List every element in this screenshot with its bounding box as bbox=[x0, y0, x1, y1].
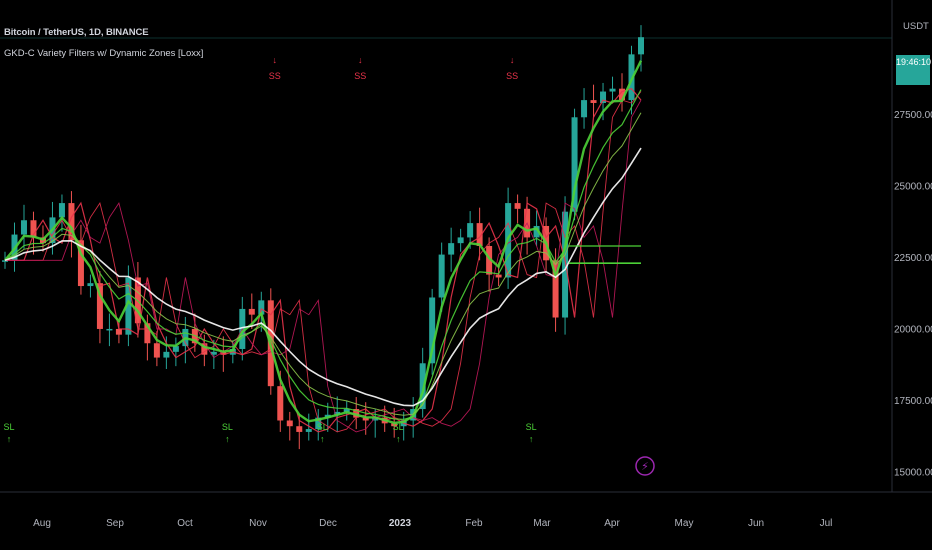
candle-body bbox=[163, 351, 170, 358]
indicator-title[interactable]: GKD-C Variety Filters w/ Dynamic Zones [… bbox=[4, 48, 203, 59]
candle-body bbox=[153, 343, 160, 358]
last-price-time: 19:46:10 bbox=[896, 57, 932, 67]
long-signal-arrow: ↑ bbox=[7, 434, 12, 444]
time-axis[interactable]: Aug Sep Oct Nov Dec 2023 Feb Mar Apr May Jun Jul bbox=[33, 518, 832, 529]
time-tick-label: Apr bbox=[604, 518, 620, 529]
candle-body bbox=[305, 429, 312, 432]
price-axis[interactable]: 27500.00 25000.00 22500.00 20000.00 17500.00… bbox=[894, 110, 932, 479]
candle-body bbox=[172, 346, 179, 352]
long-signal-label: SL bbox=[526, 422, 537, 432]
symbol-title[interactable]: Bitcoin / TetherUS, 1D, BINANCE bbox=[4, 27, 149, 38]
candle-body bbox=[286, 420, 293, 427]
candle-body bbox=[448, 243, 455, 255]
currency-label: USDT bbox=[903, 21, 929, 32]
price-tick-label: 20000.00 bbox=[894, 324, 932, 335]
time-tick-label: Nov bbox=[249, 518, 267, 529]
chart-window: ↓ SS ↓ SS ↓ SS SL ↑ SL ↑ SL ↑ SL ↑ SL ↑ ⚡ 27500.00 25000.… bbox=[0, 0, 932, 550]
candle-body bbox=[581, 100, 588, 118]
plot-area[interactable]: ↓ SS ↓ SS ↓ SS SL ↑ SL ↑ SL ↑ SL ↑ SL ↑ ⚡ bbox=[0, 25, 892, 476]
time-tick-label: Aug bbox=[33, 518, 51, 529]
sell-signal-arrow: ↓ bbox=[273, 55, 278, 65]
candle-body bbox=[514, 203, 521, 209]
long-signal-label: SL bbox=[317, 422, 328, 432]
time-tick-label: Jul bbox=[820, 518, 833, 529]
price-tick-label: 22500.00 bbox=[894, 253, 932, 264]
candle-body bbox=[277, 386, 284, 421]
price-chart[interactable]: ↓ SS ↓ SS ↓ SS SL ↑ SL ↑ SL ↑ SL ↑ SL ↑ ⚡ 27500.00 25000.… bbox=[0, 0, 932, 550]
time-tick-label: Jun bbox=[748, 518, 764, 529]
candle-body bbox=[457, 237, 464, 244]
candle-body bbox=[58, 203, 65, 218]
candle-body bbox=[20, 220, 27, 235]
time-tick-label: Feb bbox=[465, 518, 483, 529]
long-signal-arrow: ↑ bbox=[225, 434, 230, 444]
long-signal-arrow: ↑ bbox=[396, 434, 401, 444]
candle-body bbox=[638, 37, 644, 55]
lightning-icon: ⚡ bbox=[641, 460, 649, 473]
price-tick-label: 17500.00 bbox=[894, 396, 932, 407]
long-signal-label: SL bbox=[393, 422, 404, 432]
time-tick-label: Oct bbox=[177, 518, 193, 529]
candle-body bbox=[115, 328, 122, 335]
time-tick-label: Mar bbox=[533, 518, 551, 529]
candle-body bbox=[609, 88, 616, 92]
sell-signal-label: SS bbox=[269, 71, 281, 81]
time-tick-label: Sep bbox=[106, 518, 124, 529]
sell-signal-arrow: ↓ bbox=[510, 55, 515, 65]
candle-body bbox=[495, 274, 502, 278]
time-tick-label: May bbox=[675, 518, 694, 529]
last-price-tag: 19:46:10 bbox=[896, 55, 932, 85]
candle-body bbox=[248, 308, 255, 315]
price-tick-label: 25000.00 bbox=[894, 181, 932, 192]
price-tick-label: 27500.00 bbox=[894, 110, 932, 121]
long-signal-label: SL bbox=[3, 422, 14, 432]
candle-body bbox=[467, 223, 474, 238]
time-tick-label: Dec bbox=[319, 518, 337, 529]
candle-body bbox=[590, 100, 597, 103]
candle-body bbox=[296, 426, 303, 432]
sell-signal-label: SS bbox=[506, 71, 518, 81]
sell-signal-arrow: ↓ bbox=[358, 55, 363, 65]
candle-body bbox=[106, 328, 113, 331]
price-tick-label: 15000.00 bbox=[894, 467, 932, 478]
long-signal-label: SL bbox=[222, 422, 233, 432]
time-tick-label: 2023 bbox=[389, 518, 412, 529]
candle-body bbox=[87, 283, 94, 287]
sell-signal-label: SS bbox=[354, 71, 366, 81]
long-signal-arrow: ↑ bbox=[529, 434, 534, 444]
long-signal-arrow: ↑ bbox=[320, 434, 325, 444]
candle-body bbox=[438, 254, 445, 298]
